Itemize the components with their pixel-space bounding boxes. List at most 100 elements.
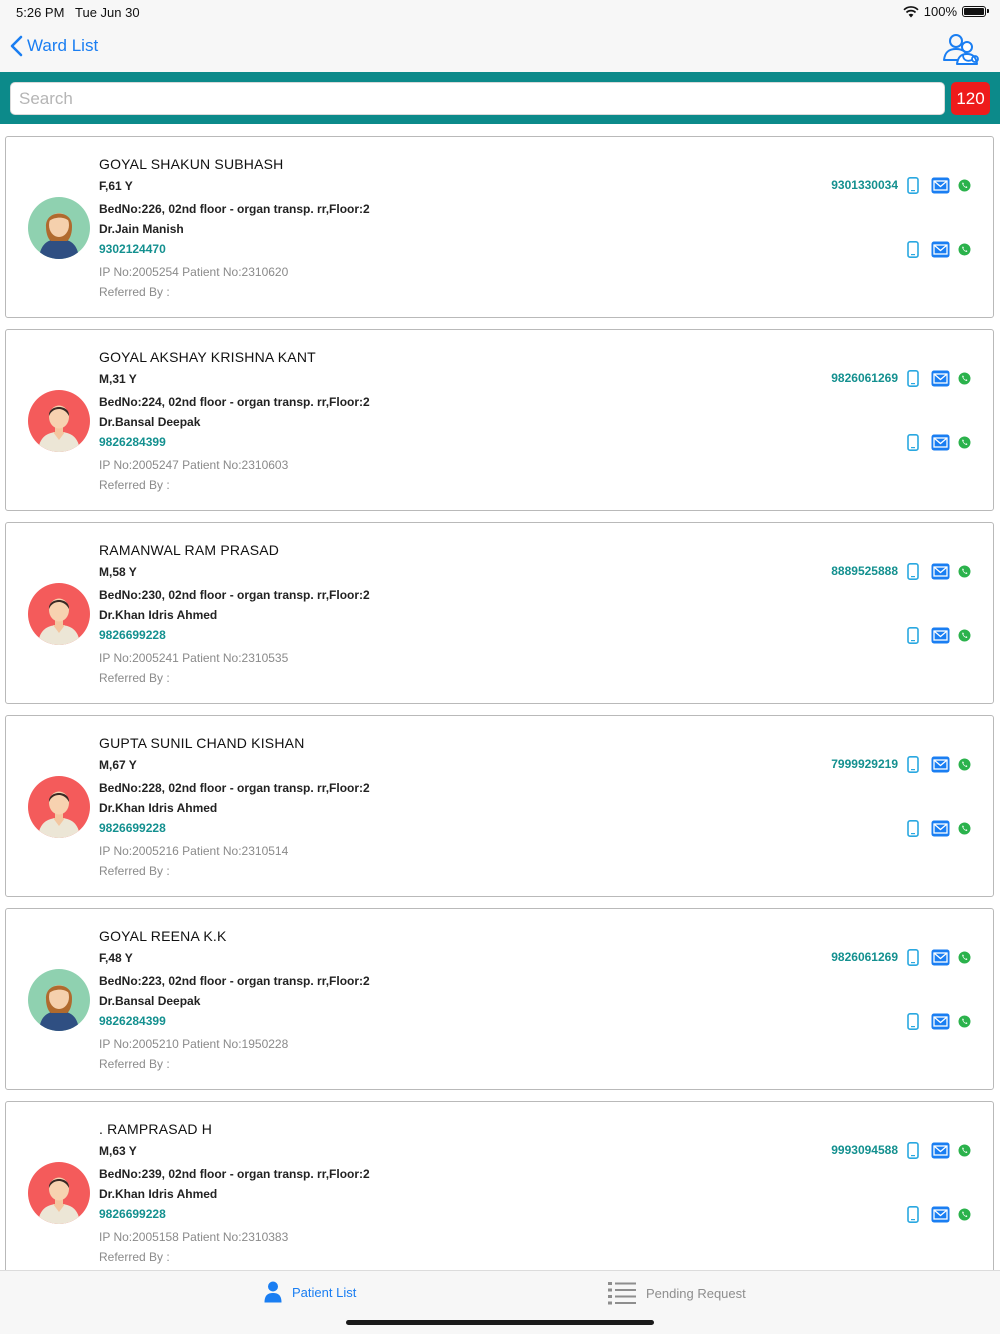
search-band: 120 <box>0 72 1000 124</box>
patient-whatsapp-icon[interactable] <box>958 179 971 192</box>
patient-ids: IP No:2005247 Patient No:2310603 <box>99 458 289 472</box>
patient-whatsapp-icon[interactable] <box>958 1144 971 1157</box>
patient-phone-link[interactable]: 8889525888 <box>831 564 898 578</box>
doctor-phone-link[interactable]: 9826284399 <box>99 1014 166 1028</box>
doctor-whatsapp-icon[interactable] <box>958 822 971 835</box>
patient-mobile-icon[interactable] <box>907 1142 919 1159</box>
tab-patient-list-label: Patient List <box>292 1284 357 1300</box>
doctor-phone-link[interactable]: 9826699228 <box>99 628 166 642</box>
patient-list[interactable]: GOYAL SHAKUN SUBHASH F,61 Y BedNo:226, 0… <box>0 124 1000 1270</box>
doctor-mobile-icon[interactable] <box>907 1013 919 1030</box>
patient-mobile-icon[interactable] <box>907 177 919 194</box>
patient-whatsapp-icon[interactable] <box>958 951 971 964</box>
patient-sex-age: M,31 Y <box>99 372 137 386</box>
battery-percent: 100% <box>923 4 957 19</box>
doctor-mobile-icon[interactable] <box>907 627 919 644</box>
patient-name: GUPTA SUNIL CHAND KISHAN <box>99 735 305 751</box>
patient-phone-link[interactable]: 9301330034 <box>831 178 898 192</box>
doctor-phone-link[interactable]: 9826284399 <box>99 435 166 449</box>
patient-bed: BedNo:230, 02nd floor - organ transp. rr… <box>99 588 370 602</box>
patient-mobile-icon[interactable] <box>907 563 919 580</box>
doctor-contact-icons <box>907 820 971 837</box>
patient-bed: BedNo:239, 02nd floor - organ transp. rr… <box>99 1167 370 1181</box>
avatar <box>28 197 90 259</box>
patient-name: . RAMPRASAD H <box>99 1121 213 1137</box>
referred-by: Referred By : <box>99 1250 170 1264</box>
patient-phone-link[interactable]: 9826061269 <box>831 950 898 964</box>
patient-ids: IP No:2005241 Patient No:2310535 <box>99 651 289 665</box>
female-avatar-icon <box>28 197 90 259</box>
doctor-whatsapp-icon[interactable] <box>958 1015 971 1028</box>
patient-whatsapp-icon[interactable] <box>958 565 971 578</box>
wifi-icon <box>903 5 919 17</box>
doctor-mail-icon[interactable] <box>931 434 950 451</box>
doctor-contact-icons <box>907 1013 971 1030</box>
doctor-mail-icon[interactable] <box>931 1206 950 1223</box>
tab-patient-list[interactable]: Patient List <box>264 1281 356 1303</box>
patient-doctor: Dr.Bansal Deepak <box>99 415 201 429</box>
patient-card[interactable]: GOYAL SHAKUN SUBHASH F,61 Y BedNo:226, 0… <box>5 136 994 318</box>
person-icon <box>264 1281 282 1303</box>
doctor-mail-icon[interactable] <box>931 820 950 837</box>
avatar <box>28 776 90 838</box>
doctor-mail-icon[interactable] <box>931 241 950 258</box>
patient-card[interactable]: RAMANWAL RAM PRASAD M,58 Y BedNo:230, 02… <box>5 522 994 704</box>
doctor-phone-link[interactable]: 9826699228 <box>99 821 166 835</box>
referred-by: Referred By : <box>99 285 170 299</box>
doctor-contact-icons <box>907 241 971 258</box>
doctor-whatsapp-icon[interactable] <box>958 243 971 256</box>
patient-card[interactable]: GOYAL REENA K.K F,48 Y BedNo:223, 02nd f… <box>5 908 994 1090</box>
patient-phone-link[interactable]: 9993094588 <box>831 1143 898 1157</box>
patient-whatsapp-icon[interactable] <box>958 372 971 385</box>
patient-name: RAMANWAL RAM PRASAD <box>99 542 280 558</box>
status-bar: 5:26 PM Tue Jun 30 100% <box>0 0 1000 26</box>
back-button-label: Ward List <box>27 36 99 55</box>
patient-sex-age: M,67 Y <box>99 758 137 772</box>
patient-sex-age: M,63 Y <box>99 1144 137 1158</box>
patient-doctor: Dr.Bansal Deepak <box>99 994 201 1008</box>
patient-mail-icon[interactable] <box>931 563 950 580</box>
doctor-mail-icon[interactable] <box>931 1013 950 1030</box>
patient-doctor: Dr.Khan Idris Ahmed <box>99 608 218 622</box>
female-avatar-icon <box>28 969 90 1031</box>
doctor-contact-icons <box>907 1206 971 1223</box>
patient-mobile-icon[interactable] <box>907 949 919 966</box>
doctor-mobile-icon[interactable] <box>907 434 919 451</box>
doctor-whatsapp-icon[interactable] <box>958 436 971 449</box>
patient-mail-icon[interactable] <box>931 370 950 387</box>
patient-mail-icon[interactable] <box>931 949 950 966</box>
doctor-whatsapp-icon[interactable] <box>958 1208 971 1221</box>
doctor-mail-icon[interactable] <box>931 627 950 644</box>
status-date-text: Tue Jun 30 <box>75 5 140 20</box>
patient-phone-link[interactable]: 9826061269 <box>831 371 898 385</box>
search-input[interactable] <box>10 82 945 115</box>
patient-mobile-icon[interactable] <box>907 756 919 773</box>
patient-ids: IP No:2005216 Patient No:2310514 <box>99 844 289 858</box>
doctor-phone-link[interactable]: 9302124470 <box>99 242 166 256</box>
avatar <box>28 390 90 452</box>
doctors-group-button[interactable] <box>942 32 982 66</box>
doctor-phone-link[interactable]: 9826699228 <box>99 1207 166 1221</box>
back-button[interactable]: Ward List <box>10 35 98 57</box>
referred-by: Referred By : <box>99 1057 170 1071</box>
patient-card[interactable]: GUPTA SUNIL CHAND KISHAN M,67 Y BedNo:22… <box>5 715 994 897</box>
patient-whatsapp-icon[interactable] <box>958 758 971 771</box>
patient-card[interactable]: . RAMPRASAD H M,63 Y BedNo:239, 02nd flo… <box>5 1101 994 1270</box>
navigation-bar: Ward List <box>0 26 1000 72</box>
male-avatar-icon <box>28 390 90 452</box>
patient-card[interactable]: GOYAL AKSHAY KRISHNA KANT M,31 Y BedNo:2… <box>5 329 994 511</box>
patient-mail-icon[interactable] <box>931 756 950 773</box>
avatar <box>28 969 90 1031</box>
doctor-mobile-icon[interactable] <box>907 820 919 837</box>
tab-pending-request[interactable]: Pending Request <box>608 1281 746 1305</box>
patient-sex-age: F,61 Y <box>99 179 133 193</box>
patient-mail-icon[interactable] <box>931 1142 950 1159</box>
doctor-contact-icons <box>907 627 971 644</box>
doctor-mobile-icon[interactable] <box>907 241 919 258</box>
patient-mobile-icon[interactable] <box>907 370 919 387</box>
patient-phone-link[interactable]: 7999929219 <box>831 757 898 771</box>
doctor-whatsapp-icon[interactable] <box>958 629 971 642</box>
patient-mail-icon[interactable] <box>931 177 950 194</box>
doctor-mobile-icon[interactable] <box>907 1206 919 1223</box>
male-avatar-icon <box>28 583 90 645</box>
